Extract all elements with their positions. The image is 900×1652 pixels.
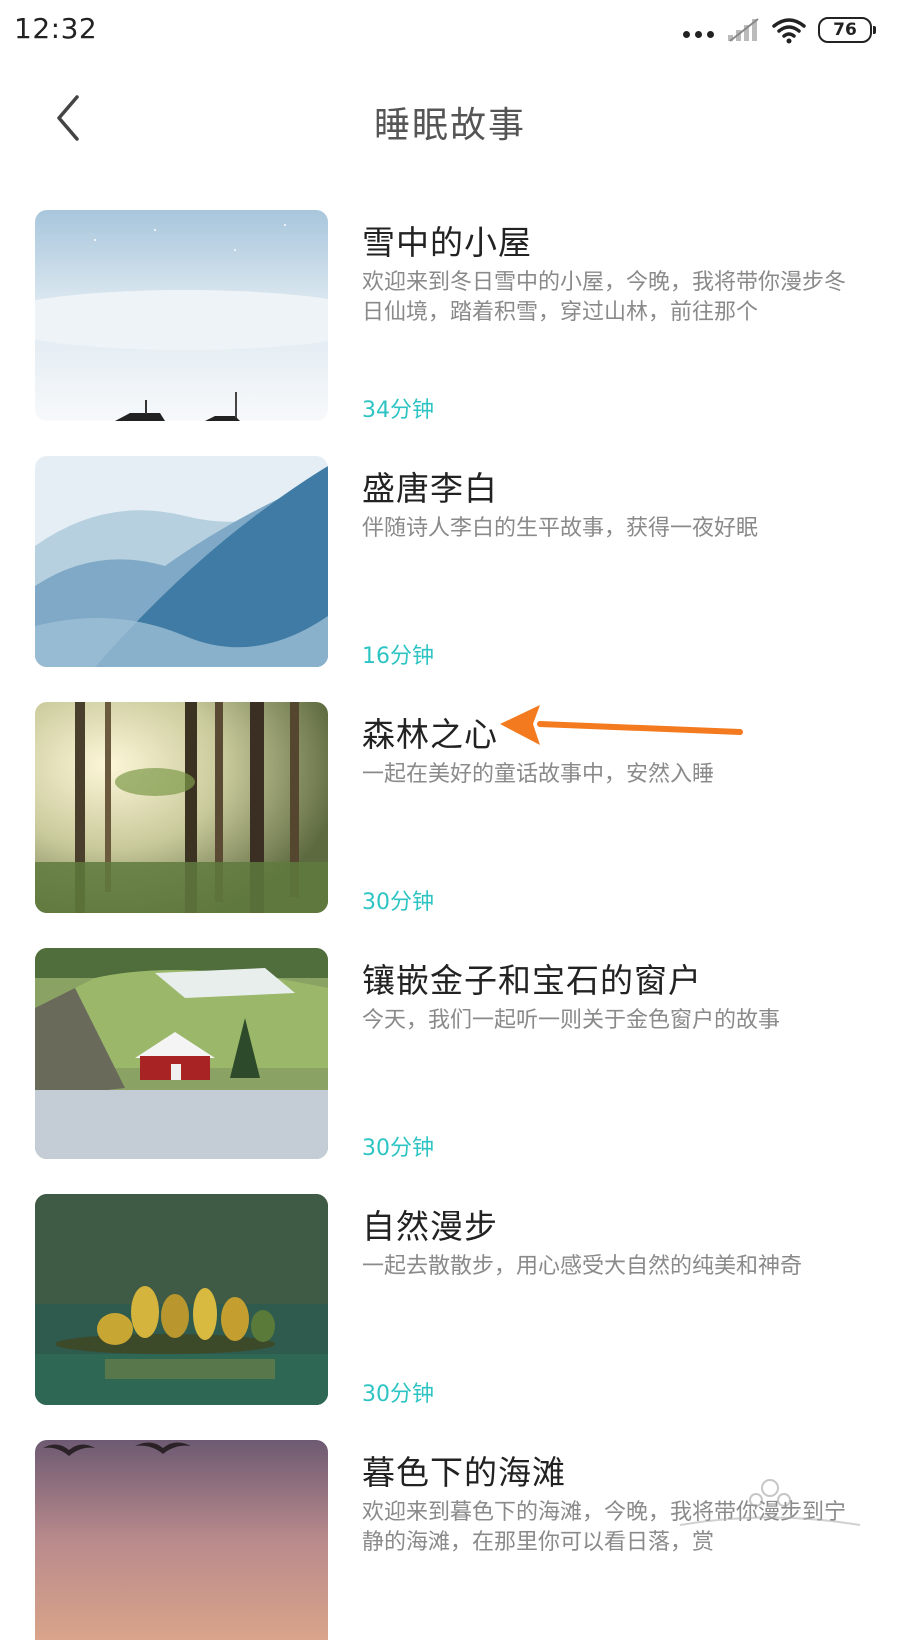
story-description: 一起在美好的童话故事中，安然入睡 (362, 762, 715, 787)
story-item[interactable]: 盛唐李白 伴随诗人李白的生平故事，获得一夜好眠 16分钟 (0, 456, 900, 669)
header: 睡眠故事 (0, 60, 900, 180)
sunlit-forest-image (35, 702, 328, 913)
story-item[interactable]: 自然漫步 一起去散散步，用心感受大自然的纯美和神奇 30分钟 (0, 1194, 900, 1407)
status-icons: 76 (683, 14, 876, 46)
story-description: 一起去散散步，用心感受大自然的纯美和神奇 (362, 1254, 803, 1279)
autumn-island-image (35, 1194, 328, 1405)
more-dots-icon (683, 30, 714, 38)
story-title: 自然漫步 (362, 1207, 498, 1246)
story-title: 暮色下的海滩 (362, 1453, 566, 1492)
status-bar: 12:32 76 (0, 0, 900, 60)
story-duration: 16分钟 (362, 644, 434, 669)
story-title: 森林之心 (362, 715, 498, 754)
story-title: 镶嵌金子和宝石的窗户 (362, 961, 702, 1000)
misty-mountains-image (35, 456, 328, 667)
status-time: 12:32 (14, 12, 98, 45)
story-title: 雪中的小屋 (362, 223, 532, 262)
story-title: 盛唐李白 (362, 469, 498, 508)
story-description: 欢迎来到冬日雪中的小屋，今晚，我将带你漫步冬日仙境，踏着积雪，穿过山林，前往那个 (362, 270, 847, 325)
page-title: 睡眠故事 (373, 105, 526, 146)
story-description: 今天，我们一起听一则关于金色窗户的故事 (362, 1008, 781, 1033)
wifi-icon (772, 18, 806, 44)
watermark-logo-icon (679, 1479, 861, 1526)
signal-icon (728, 18, 759, 42)
battery-level: 76 (833, 20, 857, 40)
story-duration: 30分钟 (362, 1136, 434, 1161)
story-item[interactable]: 镶嵌金子和宝石的窗户 今天，我们一起听一则关于金色窗户的故事 30分钟 (0, 948, 900, 1161)
story-description: 伴随诗人李白的生平故事，获得一夜好眠 (362, 516, 759, 541)
story-duration: 30分钟 (362, 1382, 434, 1407)
story-duration: 34分钟 (362, 398, 434, 423)
red-house-lake-image (35, 948, 328, 1159)
dusk-beach-image (35, 1440, 328, 1640)
story-duration: 30分钟 (362, 890, 434, 915)
story-item[interactable]: 雪中的小屋 欢迎来到冬日雪中的小屋，今晚，我将带你漫步冬日仙境，踏着积雪，穿过山… (0, 210, 900, 423)
story-item[interactable]: 森林之心 一起在美好的童话故事中，安然入睡 30分钟 (0, 702, 900, 915)
annotation-arrow-icon (500, 705, 743, 745)
snowy-cabin-image (35, 210, 328, 421)
battery-icon: 76 (818, 17, 876, 43)
